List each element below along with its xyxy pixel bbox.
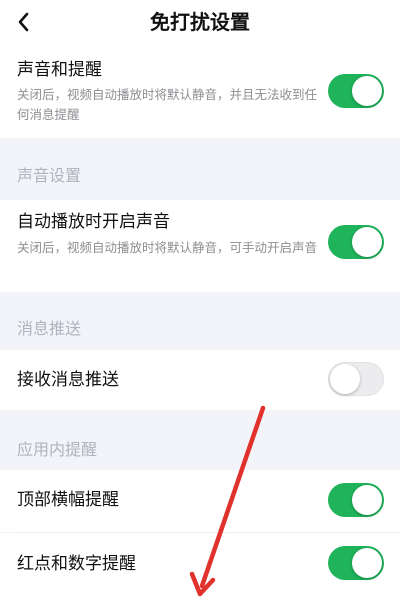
top-bar: 免打扰设置 bbox=[0, 0, 400, 44]
sound-alert-title: 声音和提醒 bbox=[17, 60, 102, 80]
section-header-in-app: 应用内提醒 bbox=[0, 426, 400, 474]
section-header-sound-settings: 声音设置 bbox=[0, 152, 400, 200]
receive-push-row: 接收消息推送 bbox=[0, 350, 400, 410]
section-header-push: 消息推送 bbox=[0, 305, 400, 353]
receive-push-toggle[interactable] bbox=[328, 362, 384, 396]
top-banner-title: 顶部横幅提醒 bbox=[17, 490, 119, 510]
section-title: 声音设置 bbox=[17, 166, 82, 185]
page-title: 免打扰设置 bbox=[150, 10, 250, 34]
sound-alert-toggle[interactable] bbox=[328, 74, 384, 108]
badge-toggle[interactable] bbox=[328, 546, 384, 580]
toggle-knob bbox=[352, 76, 382, 106]
autoplay-sound-row: 自动播放时开启声音 关闭后，视频自动播放时将默认静音，可手动开启声音 bbox=[0, 200, 400, 292]
receive-push-title: 接收消息推送 bbox=[17, 370, 119, 390]
toggle-knob bbox=[352, 548, 382, 578]
badge-title: 红点和数字提醒 bbox=[17, 554, 136, 574]
top-banner-toggle[interactable] bbox=[328, 483, 384, 517]
section-title: 应用内提醒 bbox=[17, 440, 98, 459]
sound-alert-row: 声音和提醒 关闭后，视频自动播放时将默认静音，并且无法收到任何消息提醒 bbox=[0, 44, 400, 138]
section-title: 消息推送 bbox=[17, 319, 82, 338]
autoplay-sound-title: 自动播放时开启声音 bbox=[17, 212, 170, 232]
sound-alert-desc: 关闭后，视频自动播放时将默认静音，并且无法收到任何消息提醒 bbox=[17, 87, 318, 122]
autoplay-sound-toggle[interactable] bbox=[328, 225, 384, 259]
badge-row: 红点和数字提醒 bbox=[0, 533, 400, 597]
toggle-knob bbox=[330, 364, 360, 394]
toggle-knob bbox=[352, 227, 382, 257]
top-banner-row: 顶部横幅提醒 bbox=[0, 470, 400, 532]
toggle-knob bbox=[352, 485, 382, 515]
autoplay-sound-desc: 关闭后，视频自动播放时将默认静音，可手动开启声音 bbox=[17, 240, 318, 255]
